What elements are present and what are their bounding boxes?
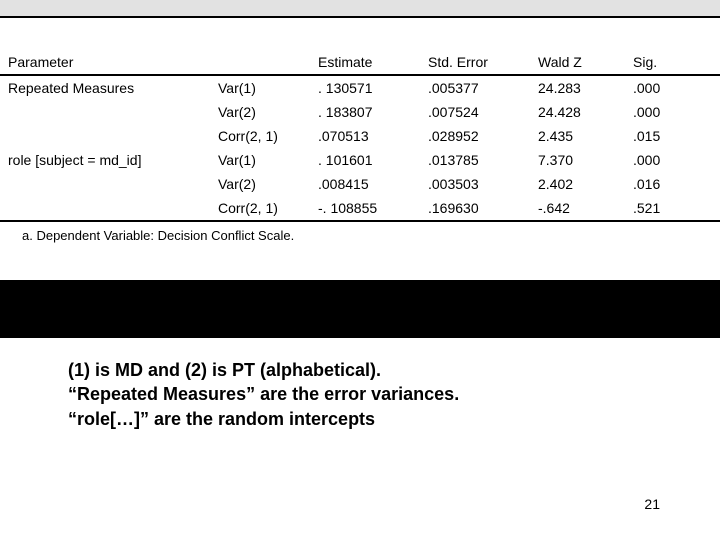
top-gray-band	[0, 0, 720, 16]
cell-estimate: . 130571	[310, 75, 420, 100]
caption-line-1: (1) is MD and (2) is PT (alphabetical).	[68, 358, 680, 382]
page-number: 21	[644, 496, 660, 512]
table-footnote: a. Dependent Variable: Decision Conflict…	[0, 222, 720, 243]
col-sig: Sig.	[625, 17, 720, 75]
cell-sig: .000	[625, 75, 720, 100]
caption-line-3: “role[…]” are the random intercepts	[68, 407, 680, 431]
cell-sig: .016	[625, 172, 720, 196]
cell-estimate: . 101601	[310, 148, 420, 172]
cell-estimate: -. 108855	[310, 196, 420, 221]
slide: Parameter Estimate Std. Error Wald Z Sig…	[0, 0, 720, 540]
col-waldz: Wald Z	[530, 17, 625, 75]
cell-stderr: .003503	[420, 172, 530, 196]
cell-waldz: 24.428	[530, 100, 625, 124]
cell-estimate: . 183807	[310, 100, 420, 124]
row-name: Var(2)	[210, 100, 310, 124]
black-band	[0, 280, 720, 338]
table-row: role [subject = md_id] Var(1) . 101601 .…	[0, 148, 720, 172]
caption-line-2: “Repeated Measures” are the error varian…	[68, 382, 680, 406]
cell-estimate: .008415	[310, 172, 420, 196]
col-estimate: Estimate	[310, 17, 420, 75]
row-name: Corr(2, 1)	[210, 196, 310, 221]
row-name: Var(1)	[210, 148, 310, 172]
cell-stderr: .028952	[420, 124, 530, 148]
cell-waldz: 2.402	[530, 172, 625, 196]
col-parameter: Parameter	[0, 17, 310, 75]
table-header-row: Parameter Estimate Std. Error Wald Z Sig…	[0, 17, 720, 75]
cell-stderr: .005377	[420, 75, 530, 100]
covariance-table-wrap: Parameter Estimate Std. Error Wald Z Sig…	[0, 16, 720, 243]
row-name: Corr(2, 1)	[210, 124, 310, 148]
cell-sig: .000	[625, 148, 720, 172]
cell-stderr: .007524	[420, 100, 530, 124]
cell-stderr: .013785	[420, 148, 530, 172]
group-label: Repeated Measures	[0, 75, 210, 148]
cell-waldz: 24.283	[530, 75, 625, 100]
cell-sig: .000	[625, 100, 720, 124]
cell-waldz: 2.435	[530, 124, 625, 148]
cell-sig: .521	[625, 196, 720, 221]
cell-waldz: -.642	[530, 196, 625, 221]
cell-estimate: .070513	[310, 124, 420, 148]
cell-sig: .015	[625, 124, 720, 148]
cell-stderr: .169630	[420, 196, 530, 221]
table-body: Repeated Measures Var(1) . 130571 .00537…	[0, 75, 720, 221]
row-name: Var(1)	[210, 75, 310, 100]
group-label: role [subject = md_id]	[0, 148, 210, 221]
row-name: Var(2)	[210, 172, 310, 196]
covariance-table: Parameter Estimate Std. Error Wald Z Sig…	[0, 16, 720, 222]
caption-block: (1) is MD and (2) is PT (alphabetical). …	[68, 358, 680, 431]
cell-waldz: 7.370	[530, 148, 625, 172]
table-row: Repeated Measures Var(1) . 130571 .00537…	[0, 75, 720, 100]
col-stderr: Std. Error	[420, 17, 530, 75]
